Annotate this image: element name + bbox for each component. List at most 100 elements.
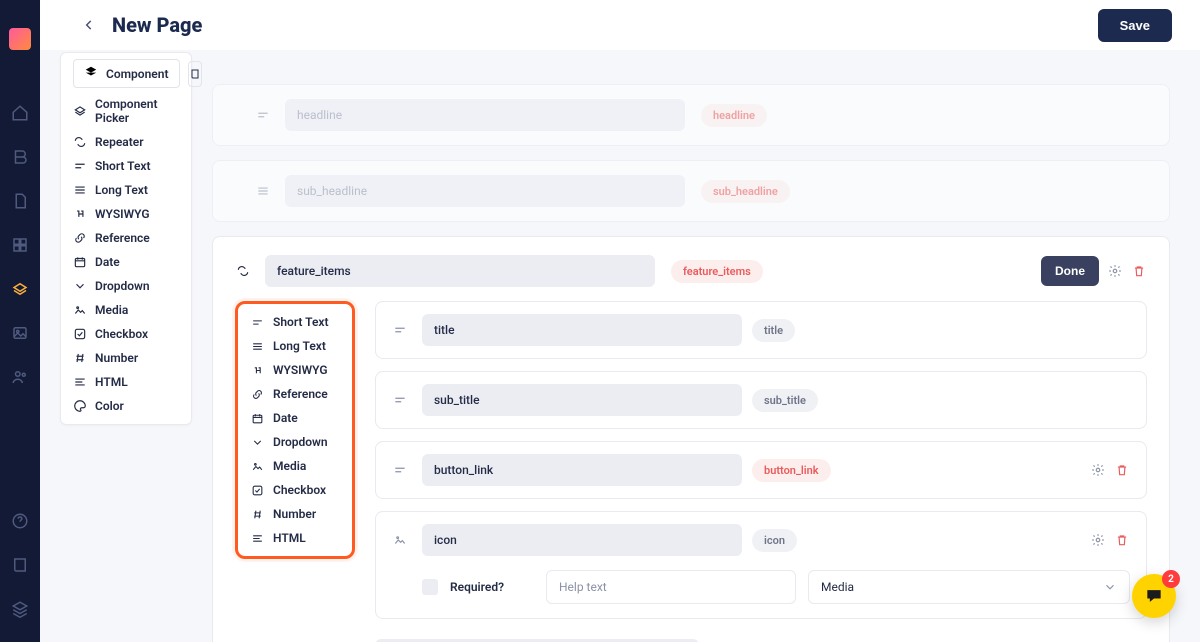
field-name-input[interactable]: title — [422, 314, 742, 346]
sidebar-item-label: Repeater — [95, 135, 144, 149]
field-row-sub-title: sub_title sub_title — [375, 371, 1147, 429]
sidebar-item-dropdown[interactable]: Dropdown — [61, 274, 191, 298]
sidebar-item-repeater[interactable]: Repeater — [61, 130, 191, 154]
nested-item-wysiwyg[interactable]: WYSIWYG — [242, 358, 348, 382]
sidebar-book-icon[interactable] — [188, 61, 202, 87]
image-icon[interactable] — [11, 324, 29, 342]
reference-icon — [250, 387, 264, 401]
page-header: New Page Save — [40, 0, 1200, 50]
sidebar-item-label: WYSIWYG — [95, 207, 150, 221]
repeater-icon — [235, 263, 251, 279]
chat-launcher[interactable]: 2 — [1132, 574, 1176, 618]
checkbox-icon — [73, 327, 87, 341]
book-icon[interactable] — [11, 556, 29, 574]
long-text-icon — [255, 183, 271, 199]
main-canvas: headline headline sub_headline sub_headl… — [212, 56, 1170, 642]
short-text-icon — [392, 392, 408, 408]
home-icon[interactable] — [11, 104, 29, 122]
sidebar-item-label: Component Picker — [95, 97, 179, 125]
nested-item-html[interactable]: HTML — [242, 526, 348, 550]
field-key-tag: icon — [752, 529, 797, 552]
reference-icon — [73, 231, 87, 245]
sidebar-item-label: Long Text — [95, 183, 148, 197]
sidebar-item-label: Date — [95, 255, 120, 269]
sidebar-item-color[interactable]: Color — [61, 394, 191, 418]
long-text-icon — [73, 183, 87, 197]
blocks-icon[interactable] — [11, 280, 29, 298]
gear-icon[interactable] — [1107, 263, 1123, 279]
repeater-header: feature_items feature_items Done — [235, 255, 1147, 287]
nested-item-reference[interactable]: Reference — [242, 382, 348, 406]
sidebar-item-media[interactable]: Media — [61, 298, 191, 322]
done-button[interactable]: Done — [1041, 256, 1099, 286]
field-name-input[interactable]: sub_headline — [285, 175, 685, 207]
nested-item-short-text[interactable]: Short Text — [242, 310, 348, 334]
nested-item-media[interactable]: Media — [242, 454, 348, 478]
sidebar-item-component[interactable]: Component — [73, 59, 180, 88]
sidebar-item-component-picker[interactable]: Component Picker — [61, 92, 191, 130]
back-button[interactable] — [80, 16, 98, 34]
trash-icon[interactable] — [1131, 263, 1147, 279]
doc-icon[interactable] — [11, 192, 29, 210]
sidebar-item-date[interactable]: Date — [61, 250, 191, 274]
sidebar-item-label: Dropdown — [95, 279, 150, 293]
short-text-icon — [73, 159, 87, 173]
field-row-title: title title — [375, 301, 1147, 359]
nested-item-number[interactable]: Number — [242, 502, 348, 526]
sidebar-item-label: Component — [106, 67, 169, 81]
field-name-input[interactable]: icon — [422, 524, 742, 556]
html-icon — [250, 531, 264, 545]
number-icon — [73, 351, 87, 365]
blog-icon[interactable] — [11, 148, 29, 166]
sidebar-item-html[interactable]: HTML — [61, 370, 191, 394]
repeater-name-input[interactable]: feature_items — [265, 255, 655, 287]
dropdown-icon — [73, 279, 87, 293]
help-icon[interactable] — [11, 512, 29, 530]
sidebar-item-short-text[interactable]: Short Text — [61, 154, 191, 178]
save-button[interactable]: Save — [1098, 9, 1172, 42]
sidebar-item-label: Color — [95, 399, 124, 413]
html-icon — [73, 375, 87, 389]
grid-icon[interactable] — [11, 236, 29, 254]
sidebar-item-checkbox[interactable]: Checkbox — [61, 322, 191, 346]
required-label: Required? — [450, 580, 504, 594]
field-row-button-link: button_link button_link — [375, 441, 1147, 499]
wysiwyg-icon — [250, 363, 264, 377]
layers-icon[interactable] — [11, 600, 29, 618]
media-type-select[interactable]: Media — [808, 570, 1130, 604]
number-icon — [250, 507, 264, 521]
field-key-tag: sub_title — [752, 389, 818, 412]
field-name-input[interactable]: button_link — [422, 454, 742, 486]
chevron-down-icon — [1103, 580, 1117, 594]
nested-item-long-text[interactable]: Long Text — [242, 334, 348, 358]
nested-item-date[interactable]: Date — [242, 406, 348, 430]
layers-icon — [84, 65, 98, 82]
sidebar-item-number[interactable]: Number — [61, 346, 191, 370]
media-icon — [73, 303, 87, 317]
required-checkbox[interactable] — [422, 579, 438, 595]
field-key-tag: sub_headline — [701, 180, 790, 203]
sidebar-item-reference[interactable]: Reference — [61, 226, 191, 250]
date-icon — [73, 255, 87, 269]
sidebar-item-label: Checkbox — [95, 327, 148, 341]
long-text-icon — [250, 339, 264, 353]
gear-icon[interactable] — [1090, 462, 1106, 478]
field-row-icon: icon icon Required? Help text Media — [375, 511, 1147, 619]
trash-icon[interactable] — [1114, 532, 1130, 548]
trash-icon[interactable] — [1114, 462, 1130, 478]
help-text-input[interactable]: Help text — [546, 570, 796, 604]
nested-item-checkbox[interactable]: Checkbox — [242, 478, 348, 502]
field-key-tag: headline — [701, 104, 767, 127]
nested-field-type-panel: Short Text Long Text WYSIWYG Reference D… — [235, 301, 355, 559]
field-key-tag: title — [752, 319, 795, 342]
gear-icon[interactable] — [1090, 532, 1106, 548]
page-title: New Page — [112, 13, 202, 37]
repeater-key-tag: feature_items — [671, 260, 763, 283]
nested-item-dropdown[interactable]: Dropdown — [242, 430, 348, 454]
short-text-icon — [250, 315, 264, 329]
sidebar-item-wysiwyg[interactable]: WYSIWYG — [61, 202, 191, 226]
field-name-input[interactable]: headline — [285, 99, 685, 131]
field-name-input[interactable]: sub_title — [422, 384, 742, 416]
sidebar-item-long-text[interactable]: Long Text — [61, 178, 191, 202]
users-icon[interactable] — [11, 368, 29, 386]
